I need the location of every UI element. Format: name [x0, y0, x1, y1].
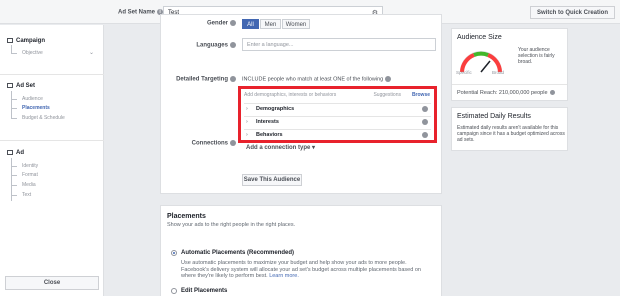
sidebar-item-campaign[interactable]: Campaign [7, 38, 45, 44]
chevron-down-icon[interactable]: ⌄ [89, 49, 94, 56]
sidebar-item-ad[interactable]: Ad [7, 150, 24, 156]
potential-reach: Potential Reach: 210,000,000 people [457, 90, 555, 96]
gender-women-button[interactable]: Women [282, 19, 310, 29]
targeting-category-interests[interactable]: › Interests [244, 116, 431, 128]
sidebar-adset-section: Ad Set Audience Placements Budget & Sche… [0, 75, 104, 141]
targeting-category-demographics[interactable]: › Demographics [244, 103, 431, 115]
chevron-down-icon: ▾ [312, 145, 316, 151]
info-icon [230, 140, 236, 146]
info-icon[interactable] [422, 106, 428, 112]
info-icon [230, 76, 236, 82]
languages-label: Languages [160, 42, 236, 49]
sidebar-item-identity[interactable]: Identity [22, 163, 38, 169]
sidebar: Campaign ⌄ Objective Ad Set Audience Pla… [0, 25, 104, 296]
placements-title: Placements [167, 213, 206, 220]
daily-results-title: Estimated Daily Results [457, 113, 531, 120]
sidebar-ad-section: Ad Identity Format Media Text [0, 141, 104, 211]
sidebar-item-media[interactable]: Media [22, 182, 36, 188]
daily-results-card: Estimated Daily Results Estimated daily … [451, 107, 568, 151]
chevron-right-icon: › [246, 132, 248, 138]
sidebar-item-budget-schedule[interactable]: Budget & Schedule [22, 115, 65, 121]
gender-men-button[interactable]: Men [260, 19, 281, 29]
audience-size-title: Audience Size [457, 34, 502, 41]
sidebar-item-audience[interactable]: Audience [22, 96, 43, 102]
targeting-browse-panel: Add demographics, interests or behaviors… [238, 86, 437, 143]
edit-placements-label[interactable]: Edit Placements [181, 288, 227, 294]
learn-more-link[interactable]: Learn more. [269, 273, 299, 279]
audience-size-desc: Your audience selection is fairly broad. [518, 47, 555, 65]
chevron-right-icon: › [246, 106, 248, 112]
switch-quick-creation-button[interactable]: Switch to Quick Creation [529, 6, 615, 19]
placements-subtitle: Show your ads to the right people in the… [167, 222, 296, 228]
languages-input[interactable]: Enter a language... [242, 38, 436, 51]
connections-label: Connections [160, 140, 236, 147]
targeting-category-behaviors[interactable]: › Behaviors [244, 129, 431, 141]
placements-card: Placements Show your ads to the right pe… [160, 205, 442, 296]
info-icon [230, 42, 236, 48]
detailed-targeting-label: Detailed Targeting [160, 76, 236, 83]
browse-link[interactable]: Browse [412, 92, 430, 98]
info-icon[interactable] [422, 132, 428, 138]
sidebar-item-adset[interactable]: Ad Set [7, 83, 35, 89]
automatic-placements-label[interactable]: Automatic Placements (Recommended) [181, 250, 294, 256]
gender-label: Gender [160, 20, 236, 27]
sidebar-item-objective[interactable]: Objective [22, 50, 43, 56]
targeting-search-input[interactable]: Add demographics, interests or behaviors… [244, 92, 431, 102]
edit-placements-radio[interactable] [171, 288, 177, 294]
save-audience-button[interactable]: Save This Audience [242, 174, 302, 186]
info-icon[interactable] [422, 119, 428, 125]
adset-name-label: Ad Set Name i [118, 9, 164, 16]
sidebar-item-text[interactable]: Text [22, 192, 31, 198]
automatic-placements-desc: Use automatic placements to maximize you… [181, 260, 421, 279]
detailed-targeting-include: INCLUDE people who match at least ONE of… [242, 76, 392, 82]
automatic-placements-radio[interactable] [171, 250, 177, 256]
sidebar-item-format[interactable]: Format [22, 172, 38, 178]
campaign-icon [7, 38, 13, 43]
sidebar-campaign-section: Campaign ⌄ Objective [0, 25, 104, 75]
info-icon [230, 20, 236, 26]
sidebar-item-placements[interactable]: Placements [22, 105, 50, 111]
daily-results-desc: Estimated daily results aren't available… [457, 125, 565, 143]
gender-selector: All Men Women [242, 19, 312, 30]
close-button[interactable]: Close [5, 276, 99, 290]
info-icon [385, 76, 392, 82]
gauge-broad-label: Broad [492, 70, 505, 75]
chevron-right-icon: › [246, 119, 248, 125]
ad-icon [7, 150, 13, 155]
connections-dropdown[interactable]: Add a connection type ▾ [246, 144, 315, 151]
info-icon [549, 90, 555, 96]
suggestions-link[interactable]: Suggestions [373, 92, 401, 98]
gauge-specific-label: Specific [456, 70, 472, 75]
audience-size-card: Audience Size Specific Broad Your audien… [451, 28, 568, 101]
gender-all-button[interactable]: All [242, 19, 259, 29]
adset-icon [7, 83, 13, 88]
